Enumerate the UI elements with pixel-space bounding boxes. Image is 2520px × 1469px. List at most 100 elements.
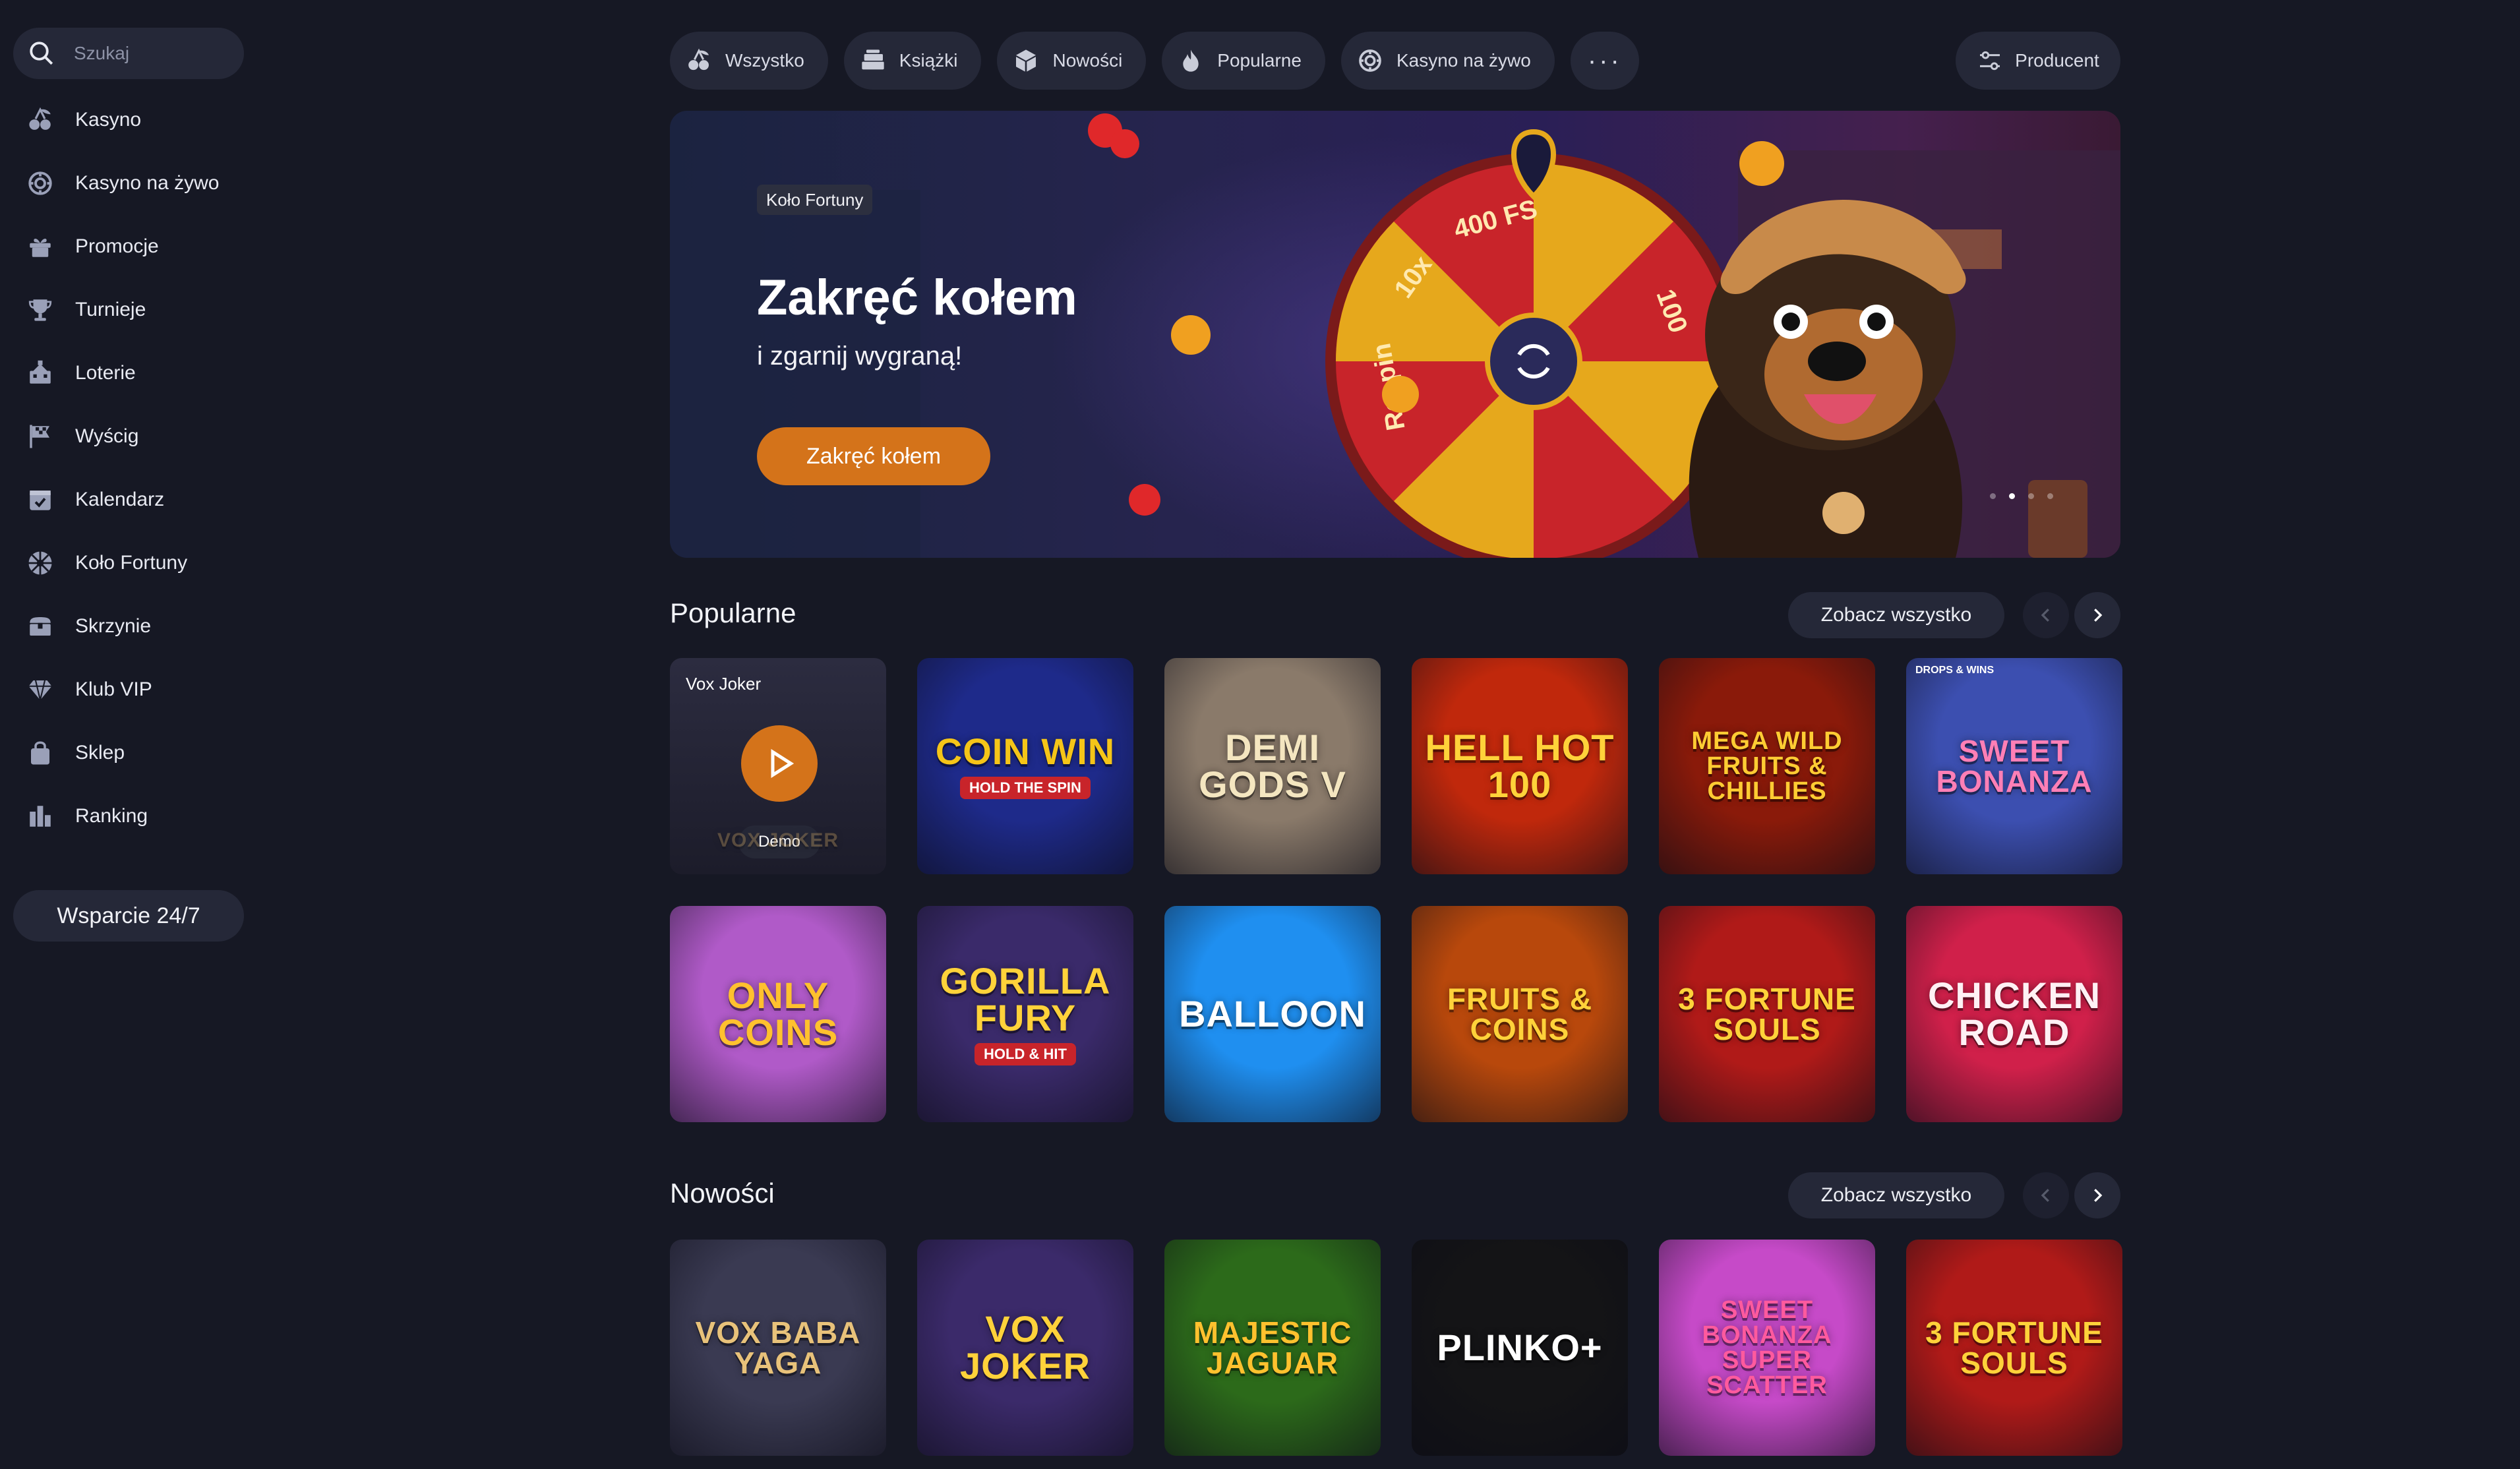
game-title: 3 FORTUNE SOULS [1678,982,1856,1046]
section-title-nowosci: Nowości [670,1178,775,1209]
filter-chip-ksiazki[interactable]: Książki [843,32,982,90]
race-flag-icon [30,425,49,448]
popular-prev-arrow[interactable] [2023,592,2069,638]
search-input[interactable]: Szukaj [13,28,244,79]
sidebar-item-kasyno-na-zywo[interactable]: Kasyno na żywo [13,152,244,215]
gift-icon [30,238,51,257]
game-tile[interactable]: COIN WIN HOLD THE SPIN [917,658,1133,874]
sidebar-item-label: Kalendarz [75,489,165,510]
game-title: GORILLA FURY [940,960,1111,1038]
chevron-left-icon [2041,1189,2049,1202]
game-tile[interactable]: DEMI GODS V [1164,658,1381,874]
game-tile[interactable]: MEGA WILD FRUITS & Chillies [1659,658,1875,874]
popular-next-arrow[interactable] [2074,592,2120,638]
sidebar-item-label: Loterie [75,362,136,384]
game-subtitle: HOLD & HIT [975,1043,1076,1065]
game-tile[interactable]: HELL HOT 100 [1412,658,1628,874]
play-button[interactable] [741,725,818,802]
game-title: FRUITS & COINS [1447,982,1593,1046]
search-placeholder: Szukaj [74,43,130,63]
wheel-icon [28,551,52,575]
game-tile[interactable]: 3 FORTUNE SOULS [1659,906,1875,1122]
sidebar-item-label: Wyścig [75,425,139,447]
game-tile[interactable]: SWEET BONANZA SUPER SCATTER [1659,1240,1875,1456]
shopping-bag-icon [31,741,49,765]
filter-chip-popularne[interactable]: Popularne [1162,32,1325,90]
game-title: MEGA WILD FRUITS & Chillies [1691,727,1843,805]
box-icon [1016,49,1036,72]
chest-icon [30,617,51,636]
lottery-icon [30,360,51,384]
search-icon [30,42,53,65]
category-filters: Wszystko Książki Nowości Popularne Kasyn… [670,32,1639,90]
chevron-right-icon [2094,1189,2103,1202]
sidebar-item-promocje[interactable]: Promocje [13,215,244,278]
calendar-icon [30,491,51,510]
see-all-nowosci-button[interactable]: Zobacz wszystko [1788,1172,2004,1218]
flame-icon [1183,49,1199,72]
filter-chip-nowosci[interactable]: Nowości [997,32,1147,90]
cherries-icon [29,107,51,130]
filter-chip-wszystko[interactable]: Wszystko [670,32,828,90]
carousel-dot[interactable] [1990,493,1996,499]
sidebar: Szukaj Kasyno Kasyno na żywo Promocje Tu… [0,0,257,1469]
game-title: VOX JOKER [717,829,839,851]
sidebar-item-kasyno[interactable]: Kasyno [13,88,244,152]
producer-label: Producent [2015,50,2099,71]
sidebar-item-label: Ranking [75,805,148,827]
sidebar-item-label: Skrzynie [75,615,152,637]
sliders-icon [1980,51,2000,71]
sidebar-item-ranking[interactable]: Ranking [13,785,244,848]
trophy-icon [28,299,52,321]
game-tile[interactable]: 3 FORTUNE SOULS [1906,1240,2122,1456]
game-title: VOX JOKER [960,1308,1091,1387]
carousel-dot-active[interactable] [2009,493,2015,499]
game-tile[interactable]: BALLOON [1164,906,1381,1122]
filter-chip-label: Wszystko [725,50,804,71]
game-tile[interactable]: GORILLA FURY HOLD & HIT [917,906,1133,1122]
more-filters-button[interactable]: ··· [1570,32,1639,90]
ranking-icon [30,806,51,827]
game-tile[interactable]: PLINKO+ [1412,1240,1628,1456]
game-tile[interactable]: Vox Joker Demo VOX JOKER [670,658,886,874]
sidebar-item-turnieje[interactable]: Turnieje [13,278,244,342]
sidebar-item-loterie[interactable]: Loterie [13,342,244,405]
support-button[interactable]: Wsparcie 24/7 [13,890,244,942]
chip-icon [1359,49,1381,72]
game-tile[interactable]: MAJESTIC JAGUAR [1164,1240,1381,1456]
game-tile[interactable]: Only COINS [670,906,886,1122]
sidebar-item-skrzynie[interactable]: Skrzynie [13,595,244,658]
see-all-popularne-button[interactable]: Zobacz wszystko [1788,592,2004,638]
producer-filter-button[interactable]: Producent [1956,32,2120,90]
game-title: PLINKO+ [1437,1327,1603,1368]
new-prev-arrow[interactable] [2023,1172,2069,1218]
sidebar-item-label: Kasyno [75,109,142,131]
carousel-dot[interactable] [2028,493,2034,499]
filter-chip-kasyno-na-zywo[interactable]: Kasyno na żywo [1340,32,1555,90]
game-tile[interactable]: CHICKEN ROAD [1906,906,2122,1122]
sidebar-item-wyscig[interactable]: Wyścig [13,405,244,468]
chevron-right-icon [2094,609,2103,622]
sidebar-item-sklep[interactable]: Sklep [13,721,244,785]
sidebar-item-klub-vip[interactable]: Klub VIP [13,658,244,721]
carousel-dot[interactable] [2047,493,2053,499]
hero-tag: Koło Fortuny [757,185,873,215]
hero-subtitle: i zgarnij wygraną! [757,342,963,371]
game-title: DEMI GODS V [1199,727,1346,805]
spin-wheel-button[interactable]: Zakręć kołem [757,427,990,485]
game-subtitle: HOLD THE SPIN [960,777,1091,799]
game-tile[interactable]: VOX JOKER [917,1240,1133,1456]
hero-banner[interactable]: 400 FS 100 Respin 10x Koło Fortuny Zakrę… [670,111,2120,558]
books-icon [862,49,884,70]
game-tile[interactable]: VOX BABA YAGA [670,1240,886,1456]
sidebar-item-kolo-fortuny[interactable]: Koło Fortuny [13,531,244,595]
game-title: HELL HOT 100 [1425,727,1615,805]
game-tile[interactable]: DROPS & WINS SWEET BONANZA [1906,658,2122,874]
game-title: 3 FORTUNE SOULS [1925,1315,2103,1380]
filter-chip-label: Książki [899,50,958,71]
sidebar-item-kalendarz[interactable]: Kalendarz [13,468,244,531]
diamond-icon [28,680,52,700]
new-next-arrow[interactable] [2074,1172,2120,1218]
game-title: BALLOON [1179,993,1366,1034]
game-tile[interactable]: FRUITS & COINS [1412,906,1628,1122]
